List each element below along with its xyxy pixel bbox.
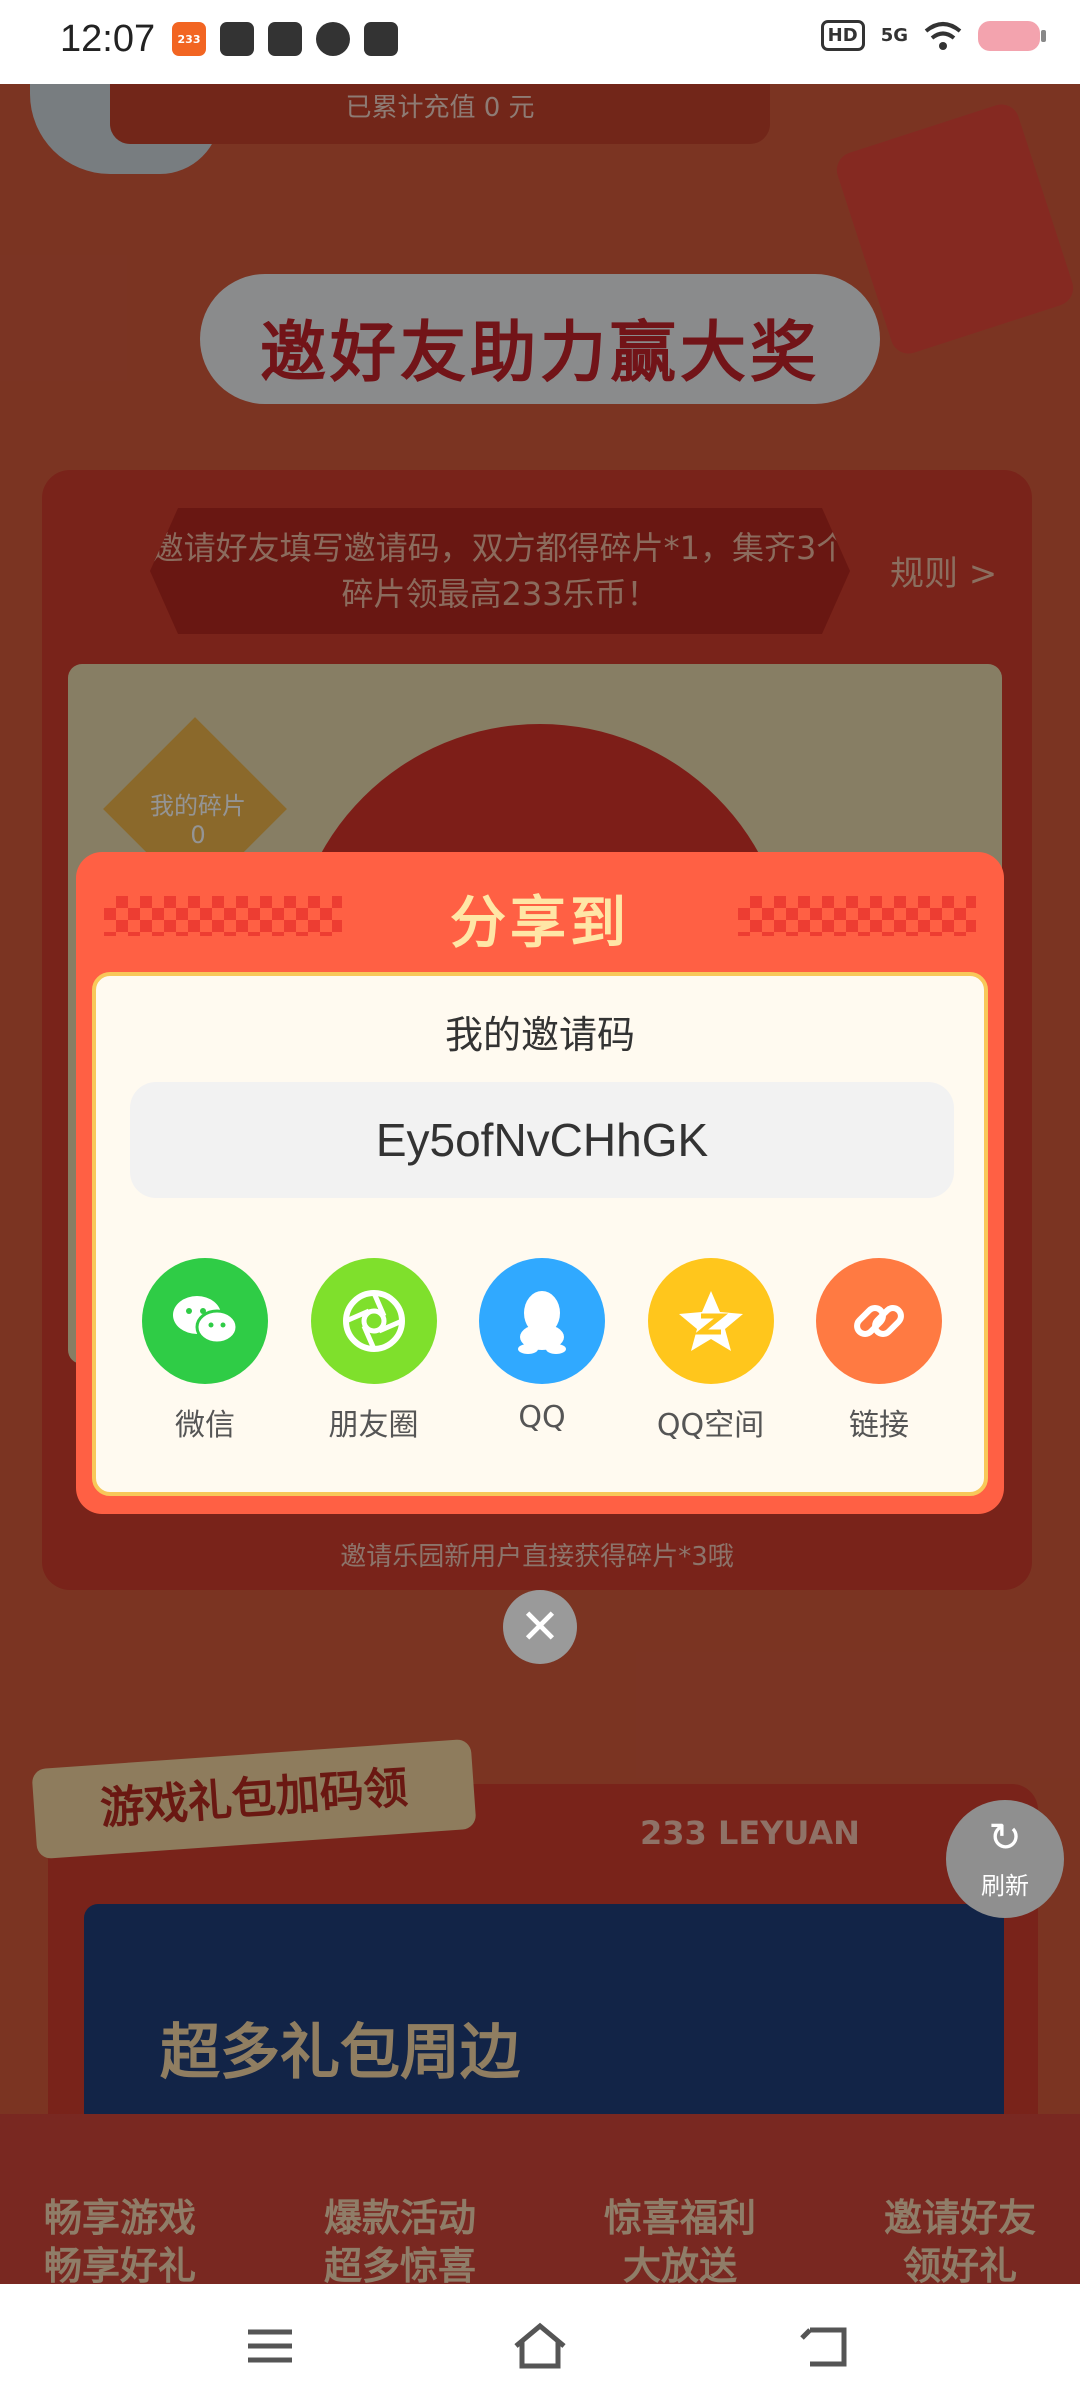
home-icon[interactable] xyxy=(510,2320,570,2372)
share-moments-button[interactable]: 朋友圈 xyxy=(299,1258,449,1444)
invite-code-label: 我的邀请码 xyxy=(444,1013,635,1057)
share-qzone-label: QQ空间 xyxy=(656,1408,765,1443)
battery-icon xyxy=(978,20,1046,51)
share-wechat-label: 微信 xyxy=(175,1408,235,1443)
share-wechat-button[interactable]: 微信 xyxy=(130,1258,280,1444)
share-qq-button[interactable]: QQ xyxy=(467,1258,617,1444)
moments-icon xyxy=(310,1258,437,1384)
notification-icons: 233 xyxy=(172,22,398,56)
link-icon xyxy=(816,1258,942,1384)
mail-icon xyxy=(268,22,302,56)
modal-body: 我的邀请码 Ey5ofNvCHhGK 微信 朋友圈 QQ QQ空间 链接 xyxy=(92,972,988,1496)
invite-code-box[interactable]: Ey5ofNvCHhGK xyxy=(130,1082,954,1198)
modal-title: 分享到 xyxy=(450,891,630,956)
share-link-button[interactable]: 链接 xyxy=(804,1258,954,1444)
back-icon[interactable] xyxy=(796,2320,856,2372)
refresh-button[interactable]: ↻ 刷新 xyxy=(946,1800,1064,1918)
wechat-icon xyxy=(142,1258,268,1384)
status-bar: 12:07 233 HD 5G xyxy=(0,0,1080,84)
message-icon xyxy=(316,22,350,56)
close-modal-button[interactable]: ✕ xyxy=(503,1590,577,1664)
share-moments-label: 朋友圈 xyxy=(328,1408,419,1443)
share-modal: 分享到 我的邀请码 Ey5ofNvCHhGK 微信 朋友圈 QQ QQ空间 链接 xyxy=(76,852,1004,1514)
share-qq-label: QQ xyxy=(518,1400,566,1435)
system-icons: HD 5G xyxy=(820,20,1046,51)
qq-icon xyxy=(479,1258,605,1384)
refresh-label: 刷新 xyxy=(981,1872,1029,1900)
wifi-icon xyxy=(924,21,962,50)
clock: 12:07 xyxy=(60,18,156,60)
qzone-icon xyxy=(647,1258,774,1384)
refresh-icon: ↻ xyxy=(988,1815,1022,1861)
menu-icon[interactable] xyxy=(240,2320,300,2372)
share-targets: 微信 朋友圈 QQ QQ空间 链接 xyxy=(130,1258,954,1444)
share-qzone-button[interactable]: QQ空间 xyxy=(636,1258,786,1444)
book-icon xyxy=(364,22,398,56)
link-app-icon xyxy=(220,22,254,56)
system-nav-bar xyxy=(0,2284,1080,2408)
signal-icon: 5G xyxy=(880,25,908,46)
share-link-label: 链接 xyxy=(849,1408,909,1443)
hd-icon: HD xyxy=(820,20,865,51)
app-233-icon: 233 xyxy=(172,22,206,56)
